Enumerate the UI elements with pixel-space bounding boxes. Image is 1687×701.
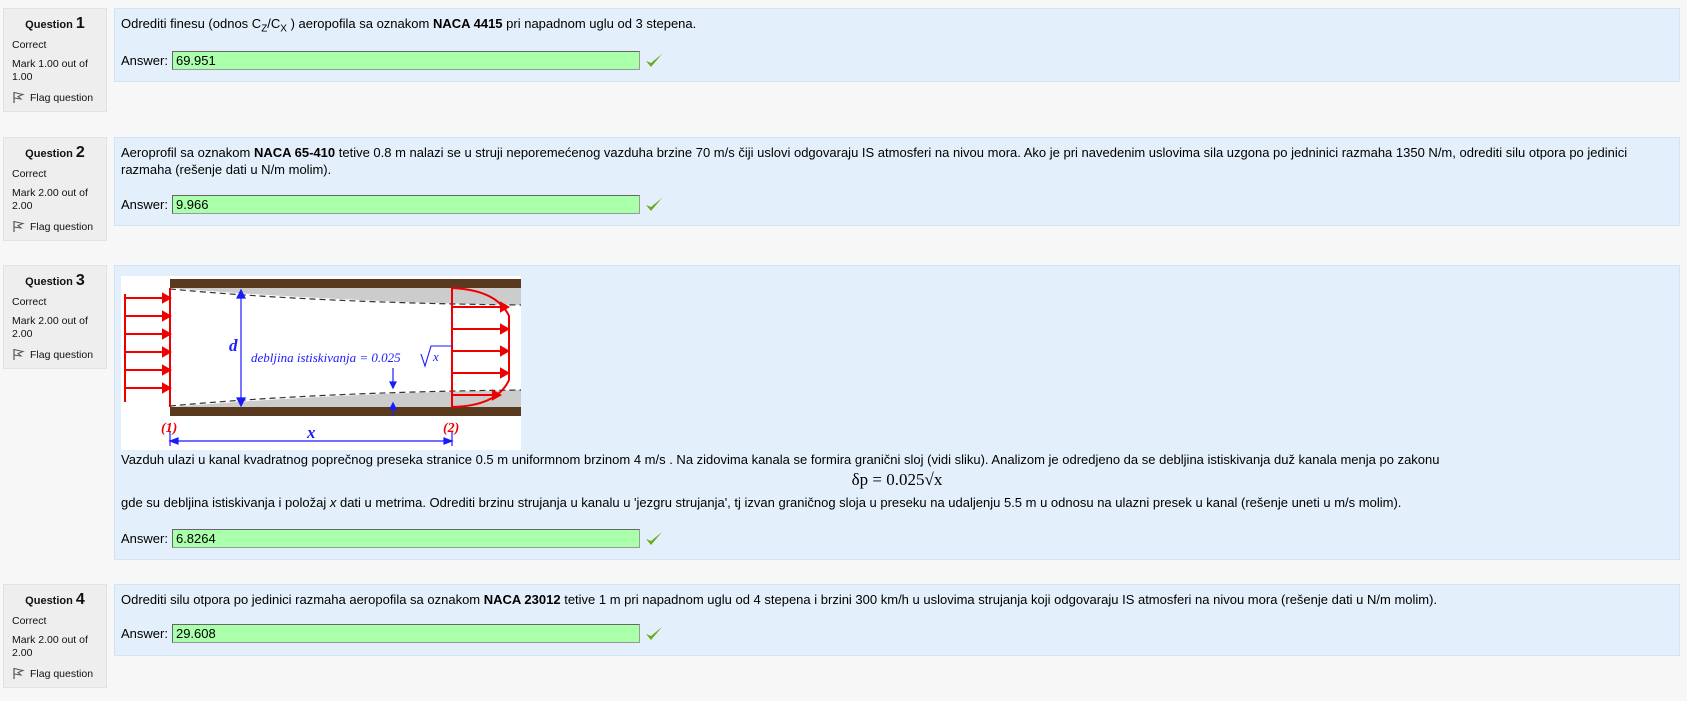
answer-input[interactable]: 29.608 [171, 624, 640, 643]
station-1-label: (1) [161, 421, 177, 436]
question-text: Odrediti silu otpora po jedinici razmaha… [121, 592, 1438, 607]
question-text-line1: Vazduh ulazi u kanal kvadratnog poprečno… [121, 452, 1440, 467]
question-state: Correct [12, 168, 47, 180]
answer-input[interactable]: 6.8264 [171, 529, 640, 548]
check-icon [645, 197, 662, 211]
question-number: Question 1 [25, 15, 85, 32]
question-content-1: Odrediti finesu (odnos CZ/CX ) aeropofil… [114, 8, 1680, 82]
question-info-4: Question 4 Correct Mark 2.00 out of 2.00… [3, 584, 107, 688]
question-number: Question 2 [25, 144, 85, 161]
question-text: Aeroprofil sa oznakom NACA 65-410 tetive… [121, 145, 1628, 177]
flag-icon [13, 92, 25, 103]
question-state: Correct [12, 39, 47, 51]
answer-row: Answer: 69.951 [121, 51, 664, 70]
question-number: Question 4 [25, 591, 85, 608]
answer-label: Answer: [121, 197, 168, 212]
flag-icon [13, 668, 25, 679]
flag-icon [13, 349, 25, 360]
question-grade: Mark 2.00 out of 2.00 [12, 187, 88, 212]
equation-x-label: x [432, 349, 439, 364]
question-info-1: Question 1 Correct Mark 1.00 out of 1.00… [3, 8, 107, 112]
question-info-3: Question 3 Correct Mark 2.00 out of 2.00… [3, 265, 107, 369]
flag-question-button[interactable]: Flag question [12, 91, 106, 104]
question-number: Question 3 [25, 272, 85, 289]
answer-row: Answer: 29.608 [121, 624, 664, 643]
question-grade: Mark 1.00 out of 1.00 [12, 58, 88, 83]
dimension-x-label: x [306, 423, 316, 442]
question-state: Correct [12, 615, 47, 627]
question-text-line2: gde su debljina istiskivanja i položaj x… [121, 495, 1402, 510]
check-icon [645, 531, 662, 545]
answer-label: Answer: [121, 531, 168, 546]
answer-input[interactable]: 69.951 [171, 51, 640, 70]
equation-label: debljina istiskivanja = 0.025 [251, 350, 401, 365]
answer-row: Answer: 9.966 [121, 195, 664, 214]
flag-question-button[interactable]: Flag question [12, 348, 106, 361]
answer-label: Answer: [121, 53, 168, 68]
question-info-2: Question 2 Correct Mark 2.00 out of 2.00… [3, 137, 107, 241]
question-state: Correct [12, 296, 47, 308]
question-grade: Mark 2.00 out of 2.00 [12, 634, 88, 659]
station-2-label: (2) [443, 421, 459, 436]
dimension-d-label: d [229, 336, 238, 355]
check-icon [645, 53, 662, 67]
formula: δp = 0.025√x [851, 470, 943, 489]
flag-question-button[interactable]: Flag question [12, 220, 106, 233]
boundary-layer-figure: d debljina istiskivanja = 0.025 x x (1) … [121, 276, 521, 450]
question-content-3: d debljina istiskivanja = 0.025 x x (1) … [114, 265, 1680, 560]
answer-input[interactable]: 9.966 [171, 195, 640, 214]
question-content-4: Odrediti silu otpora po jedinici razmaha… [114, 584, 1680, 656]
question-text: Odrediti finesu (odnos CZ/CX ) aeropofil… [121, 16, 697, 35]
flag-question-button[interactable]: Flag question [12, 667, 106, 680]
answer-row: Answer: 6.8264 [121, 529, 664, 548]
answer-label: Answer: [121, 626, 168, 641]
question-grade: Mark 2.00 out of 2.00 [12, 315, 88, 340]
check-icon [645, 626, 662, 640]
flag-icon [13, 221, 25, 232]
question-content-2: Aeroprofil sa oznakom NACA 65-410 tetive… [114, 137, 1680, 226]
